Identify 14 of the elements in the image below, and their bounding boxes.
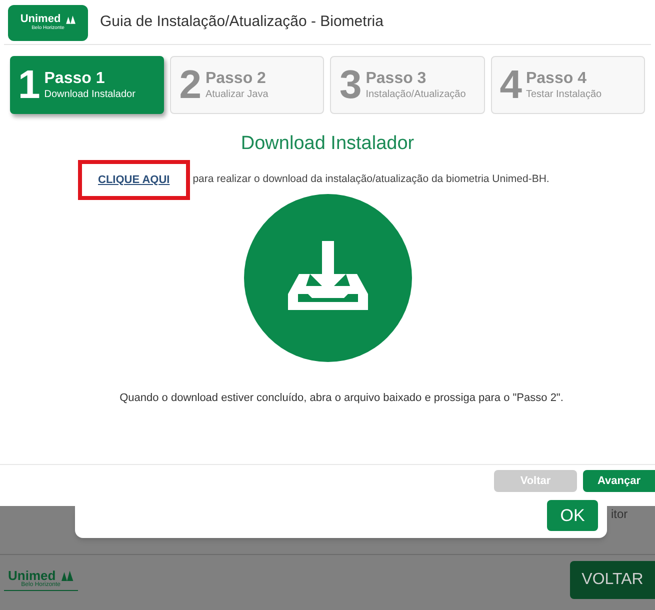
section-heading: Download Instalador — [240, 132, 414, 156]
voltar-button[interactable]: VOLTAR — [570, 561, 655, 599]
completion-note: Quando o download estiver concluído, abra o arquivo baixado e prossiga para o "Passo 2". — [120, 390, 564, 406]
ok-button[interactable]: OK — [547, 500, 598, 531]
next-button[interactable]: Avançar — [583, 470, 655, 492]
window-title: Guia de Instalação/Atualização - Biometria — [100, 12, 384, 32]
download-instructions: para realizar o download da instalação/atualização da biometria Unimed-BH. — [192, 172, 550, 187]
logo-name: Unimed — [20, 14, 61, 25]
logo-name: Unimed — [8, 569, 56, 582]
download-icon — [244, 194, 412, 362]
tree-logo-icon — [60, 570, 74, 582]
tree-logo-icon — [64, 14, 76, 24]
download-link[interactable]: CLIQUE AQUI — [98, 172, 170, 188]
partial-label: itor — [611, 508, 628, 520]
